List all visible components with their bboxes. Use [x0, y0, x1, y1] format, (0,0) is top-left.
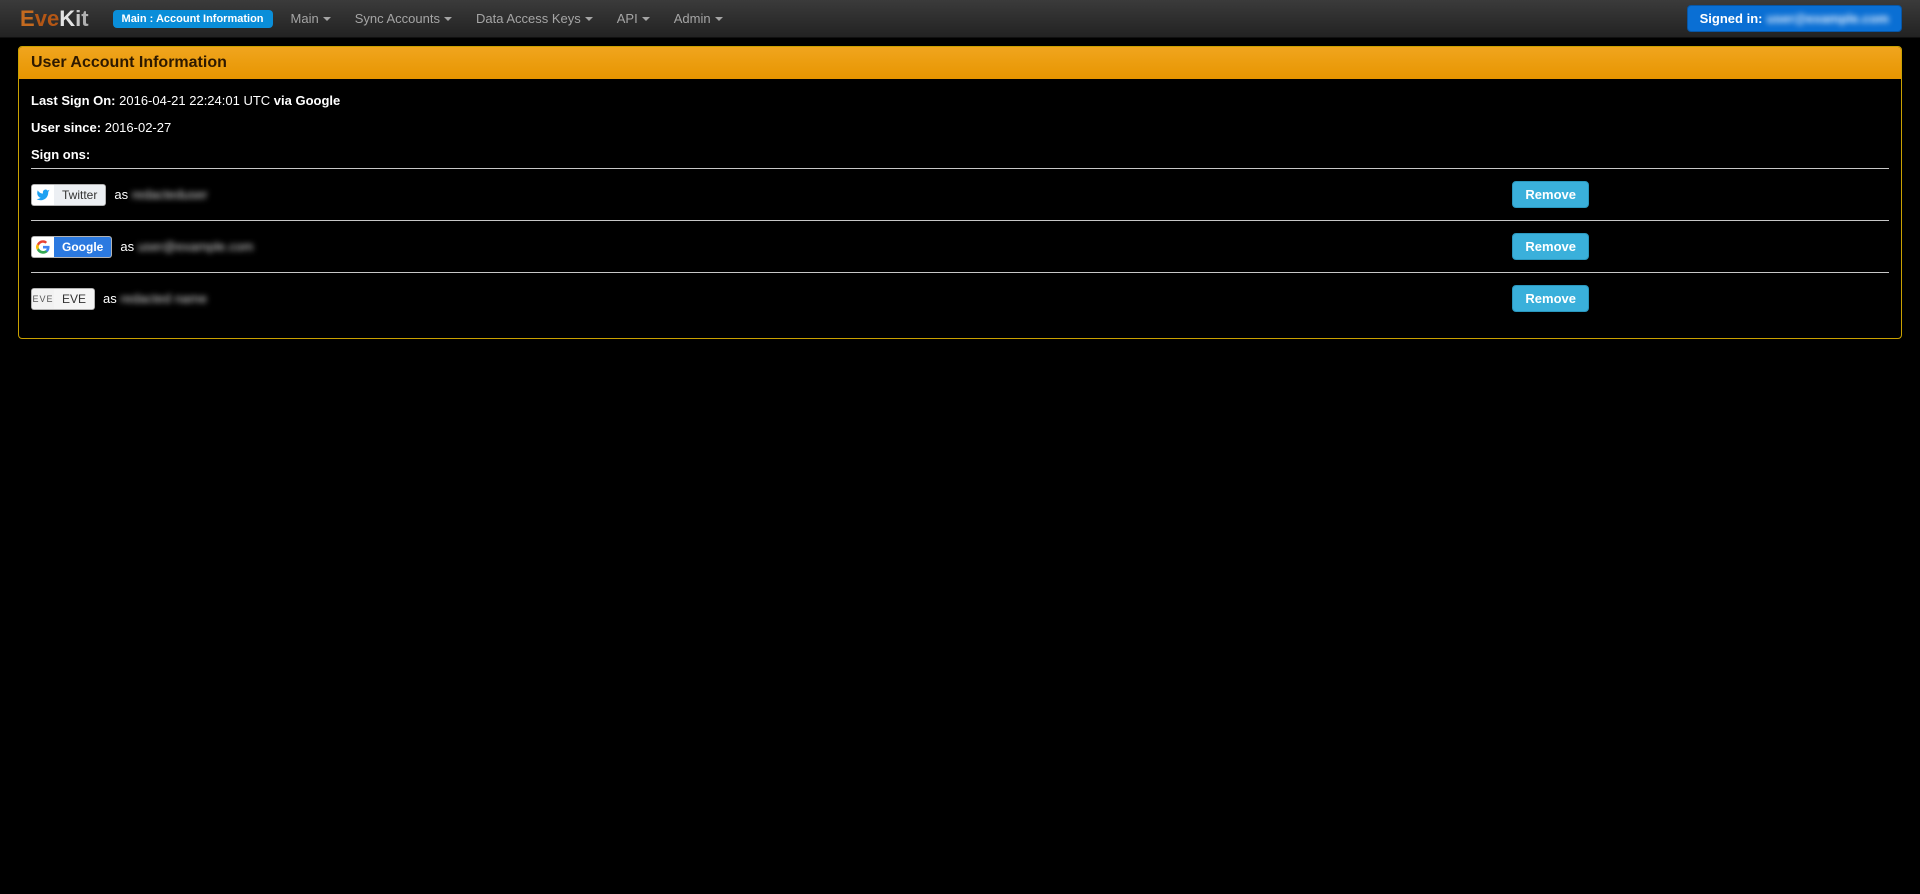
provider-badge-google[interactable]: Google: [31, 236, 112, 258]
signon-username: user@example.com: [138, 239, 254, 254]
sign-ons-label: Sign ons:: [31, 147, 1889, 162]
provider-label: EVE: [54, 289, 94, 309]
provider-label: Twitter: [54, 185, 105, 205]
account-info-panel: User Account Information Last Sign On: 2…: [18, 46, 1902, 339]
nav-item-admin[interactable]: Admin: [662, 0, 735, 38]
nav-active-account-information[interactable]: Main : Account Information: [113, 10, 273, 28]
chevron-down-icon: [444, 17, 452, 21]
user-since-label: User since:: [31, 120, 101, 135]
divider: [31, 168, 1889, 169]
user-since: User since: 2016-02-27: [31, 120, 1889, 135]
nav-item-api[interactable]: API: [605, 0, 662, 38]
eve-icon: EVE: [32, 289, 54, 309]
signon-row-google: Google as user@example.com Remove: [31, 227, 1889, 266]
google-icon: [32, 237, 54, 257]
nav-menu: Main : Account Information Main Sync Acc…: [107, 0, 735, 37]
signon-username: redacted name: [120, 291, 207, 306]
as-text: as redacted name: [103, 291, 207, 306]
panel-title: User Account Information: [19, 47, 1901, 79]
nav-item-main[interactable]: Main: [279, 0, 343, 38]
last-sign-on: Last Sign On: 2016-04-21 22:24:01 UTC vi…: [31, 93, 1889, 108]
signed-in-user: user@example.com: [1766, 11, 1889, 26]
nav-item-label: Admin: [674, 11, 711, 26]
provider-badge-eve[interactable]: EVE EVE: [31, 288, 95, 310]
nav-item-label: Data Access Keys: [476, 11, 581, 26]
chevron-down-icon: [323, 17, 331, 21]
nav-item-sync-accounts[interactable]: Sync Accounts: [343, 0, 464, 38]
panel-body: Last Sign On: 2016-04-21 22:24:01 UTC vi…: [19, 79, 1901, 338]
remove-button[interactable]: Remove: [1512, 233, 1589, 260]
twitter-icon: [32, 185, 54, 205]
signon-row-eve: EVE EVE as redacted name Remove: [31, 279, 1889, 318]
last-sign-on-label: Last Sign On:: [31, 93, 116, 108]
remove-button[interactable]: Remove: [1512, 285, 1589, 312]
chevron-down-icon: [715, 17, 723, 21]
navbar: EveKit Main : Account Information Main S…: [0, 0, 1920, 38]
chevron-down-icon: [585, 17, 593, 21]
signon-username: redacteduser: [132, 187, 208, 202]
divider: [31, 220, 1889, 221]
as-text: as redacteduser: [114, 187, 207, 202]
last-sign-on-value: 2016-04-21 22:24:01 UTC: [119, 93, 270, 108]
chevron-down-icon: [642, 17, 650, 21]
signed-in-button[interactable]: Signed in: user@example.com: [1687, 5, 1902, 32]
nav-item-label: Main: [291, 11, 319, 26]
as-text: as user@example.com: [120, 239, 253, 254]
last-sign-on-via: via Google: [274, 93, 340, 108]
user-since-value: 2016-02-27: [105, 120, 172, 135]
brand-logo[interactable]: EveKit: [20, 6, 89, 32]
nav-item-data-access-keys[interactable]: Data Access Keys: [464, 0, 605, 38]
remove-button[interactable]: Remove: [1512, 181, 1589, 208]
provider-label: Google: [54, 237, 111, 257]
signed-in-label: Signed in:: [1700, 11, 1763, 26]
provider-badge-twitter[interactable]: Twitter: [31, 184, 106, 206]
signon-row-twitter: Twitter as redacteduser Remove: [31, 175, 1889, 214]
nav-item-label: API: [617, 11, 638, 26]
nav-item-label: Sync Accounts: [355, 11, 440, 26]
divider: [31, 272, 1889, 273]
